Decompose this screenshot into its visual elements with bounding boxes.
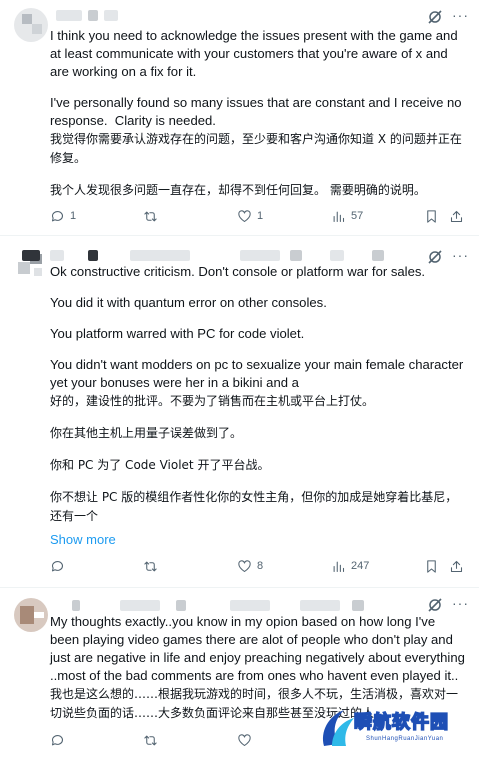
reply-button[interactable]: 1	[50, 206, 76, 226]
post-date[interactable]	[130, 250, 190, 261]
reply-count: 1	[70, 210, 77, 222]
like-icon	[238, 559, 251, 572]
watermark: 瞬航软件园 ShunHangRuanJianYuan	[318, 702, 478, 754]
views-icon	[333, 561, 345, 572]
translated-paragraph: 你不想让 PC 版的模组作者性化你的女性主角，但你的加成是她穿着比基尼，还有一个	[50, 490, 458, 523]
like-count: 1	[257, 210, 264, 222]
repost-icon	[144, 735, 157, 745]
post-date[interactable]	[104, 10, 118, 21]
views-button[interactable]: 247	[331, 556, 369, 576]
post-paragraph: I've personally found so many issues tha…	[50, 95, 466, 128]
post-paragraph: I think you need to acknowledge the issu…	[50, 28, 462, 79]
repost-button[interactable]	[143, 556, 163, 576]
post-date[interactable]	[330, 250, 344, 261]
reply-button[interactable]	[50, 730, 70, 750]
post-text: Ok constructive criticism. Don't console…	[50, 263, 465, 526]
post-date[interactable]	[352, 600, 364, 611]
post-date[interactable]	[290, 250, 302, 261]
more-icon[interactable]: ···	[452, 8, 469, 22]
translated-paragraph: 你在其他主机上用量子误差做到了。	[50, 426, 243, 440]
post-1[interactable]: ··· I think you need to acknowledge the …	[0, 0, 479, 236]
post-paragraph: You platform warred with PC for code vio…	[50, 326, 305, 341]
author-handle[interactable]	[88, 250, 98, 261]
avatar[interactable]	[14, 598, 48, 632]
post-date[interactable]	[230, 600, 270, 611]
author-handle[interactable]	[120, 600, 160, 611]
bookmark-button[interactable]	[424, 206, 439, 226]
bookmark-icon	[427, 209, 436, 223]
post-paragraph: My thoughts exactly..you know in my opio…	[50, 614, 469, 683]
views-button[interactable]: 57	[331, 206, 363, 226]
repost-button[interactable]	[143, 206, 163, 226]
post-paragraph: You did it with quantum error on other c…	[50, 295, 327, 310]
translated-paragraph: 好的，建设性的批评。不要为了销售而在主机或平台上打仗。	[50, 394, 375, 408]
reply-button[interactable]	[50, 556, 70, 576]
share-button[interactable]	[449, 556, 464, 576]
share-button[interactable]	[449, 206, 464, 226]
bookmark-button[interactable]	[424, 556, 439, 576]
translated-paragraph: 我个人发现很多问题一直存在，却得不到任何回复。 需要明确的说明。	[50, 183, 426, 197]
post-date[interactable]	[300, 600, 340, 611]
more-icon[interactable]: ···	[452, 596, 469, 610]
repost-icon	[144, 211, 157, 221]
watermark-title: 瞬航软件园	[353, 711, 449, 734]
grok-icon[interactable]	[427, 597, 443, 613]
reply-icon	[51, 560, 63, 571]
post-text: I think you need to acknowledge the issu…	[50, 27, 465, 200]
post-paragraph: You didn't want modders on pc to sexuali…	[50, 357, 467, 390]
post-actions: 8 247	[50, 556, 466, 576]
reply-icon	[51, 734, 63, 745]
avatar[interactable]	[14, 8, 48, 42]
author-handle[interactable]	[50, 250, 64, 261]
like-button[interactable]	[237, 730, 257, 750]
like-icon	[238, 209, 251, 222]
views-count: 247	[351, 560, 370, 572]
bookmark-icon	[427, 559, 436, 573]
translated-paragraph: 我觉得你需要承认游戏存在的问题，至少要和客户沟通你知道 X 的问题并正在修复。	[50, 132, 462, 165]
author-name[interactable]	[56, 10, 82, 21]
views-icon	[333, 211, 345, 222]
show-more-link[interactable]: Show more	[50, 532, 116, 547]
post-paragraph: Ok constructive criticism. Don't console…	[50, 264, 426, 279]
like-count: 8	[257, 560, 264, 572]
repost-icon	[144, 561, 157, 571]
watermark-logo-icon	[322, 710, 354, 746]
views-count: 57	[351, 210, 364, 222]
post-actions: 1 1 57	[50, 206, 466, 226]
like-button[interactable]: 1	[237, 206, 263, 226]
post-date[interactable]	[240, 250, 280, 261]
like-icon	[238, 733, 251, 746]
watermark-subtitle: ShunHangRuanJianYuan	[366, 736, 444, 742]
translated-paragraph: 你和 PC 为了 Code Violet 开了平台战。	[50, 458, 270, 472]
grok-icon[interactable]	[427, 9, 443, 25]
reply-icon	[51, 210, 63, 221]
post-date[interactable]	[372, 250, 384, 261]
share-icon	[450, 210, 463, 222]
repost-button[interactable]	[143, 730, 163, 750]
post-2[interactable]: ··· Ok constructive criticism. Don't con…	[0, 236, 479, 588]
author-name[interactable]	[72, 600, 80, 611]
more-icon[interactable]: ···	[452, 248, 469, 262]
share-icon	[450, 560, 463, 572]
author-handle[interactable]	[176, 600, 186, 611]
author-name[interactable]	[22, 250, 40, 261]
like-button[interactable]: 8	[237, 556, 263, 576]
author-handle[interactable]	[88, 10, 98, 21]
